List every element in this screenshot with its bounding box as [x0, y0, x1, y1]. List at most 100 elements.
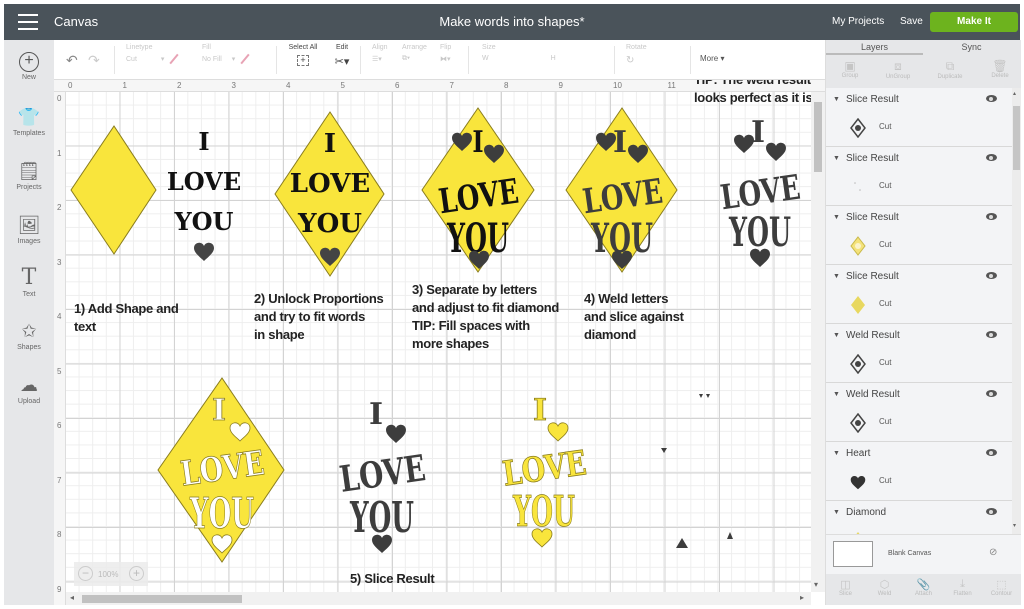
layer-name[interactable]: Slice Result	[846, 153, 899, 164]
collapse-triangle-icon[interactable]: ▼	[833, 450, 840, 457]
height-field[interactable]: H	[551, 55, 556, 62]
layer-name[interactable]: Weld Result	[846, 330, 900, 341]
eye-hidden-icon[interactable]: ⊘	[989, 547, 997, 558]
layer-name[interactable]: Heart	[846, 448, 870, 459]
scroll-left-icon[interactable]: ◂	[70, 593, 74, 602]
eye-icon[interactable]	[986, 213, 997, 220]
eye-icon[interactable]	[986, 272, 997, 279]
size-group[interactable]: Size W H	[482, 44, 602, 62]
heart-shape[interactable]	[194, 242, 214, 261]
edit-button[interactable]: Edit ✂▾	[330, 44, 354, 68]
layer-name[interactable]: Slice Result	[846, 94, 899, 105]
fill-color-swatch[interactable]	[240, 53, 250, 65]
save-link[interactable]: Save	[900, 16, 923, 27]
scroll-right-icon[interactable]: ▸	[800, 593, 804, 602]
sidebar-item-label: Projects	[16, 184, 42, 191]
slice-button[interactable]: ◫ Slice	[826, 578, 865, 597]
collapse-triangle-icon[interactable]: ▼	[833, 332, 840, 339]
linetype-color-swatch[interactable]	[169, 53, 179, 65]
blank-canvas-swatch[interactable]	[833, 541, 873, 567]
collapse-triangle-icon[interactable]: ▼	[833, 273, 840, 280]
layer-row[interactable]: ▼ Slice Result Cut	[826, 206, 1012, 265]
tab-layers[interactable]: Layers	[826, 42, 923, 55]
scroll-up-icon[interactable]: ▴	[1013, 90, 1016, 97]
linetype-group[interactable]: Linetype Cut ▾	[126, 44, 180, 65]
sidebar-item-templates[interactable]: 👕 Templates	[4, 106, 54, 137]
horizontal-scroll-thumb[interactable]	[82, 595, 242, 603]
i-love-you-text[interactable]: I LOVE YOU	[167, 127, 241, 236]
diamond-shape[interactable]	[70, 125, 157, 255]
collapse-triangle-icon[interactable]: ▼	[833, 509, 840, 516]
sidebar-item-new[interactable]: + New	[4, 52, 54, 81]
scroll-down-icon[interactable]: ▾	[1013, 522, 1016, 529]
select-all-button[interactable]: Select All +	[286, 44, 320, 66]
i-love-you-text[interactable]: I LOVE YOU	[290, 129, 370, 239]
layer-row[interactable]: ▼ Weld Result Cut	[826, 383, 1012, 442]
hamburger-menu-icon[interactable]	[18, 14, 38, 30]
linetype-select[interactable]: Cut	[126, 56, 137, 63]
rotate-group[interactable]: Rotate ↻	[626, 44, 647, 66]
flatten-button[interactable]: ⤓ Flatten	[943, 578, 982, 597]
more-dropdown[interactable]: More ▾	[700, 54, 724, 63]
eye-icon[interactable]	[986, 154, 997, 161]
eye-icon[interactable]	[986, 390, 997, 397]
tab-sync[interactable]: Sync	[923, 42, 1020, 52]
horizontal-scrollbar[interactable]: ◂ ▸	[66, 592, 811, 605]
collapse-triangle-icon[interactable]: ▼	[833, 391, 840, 398]
layer-row[interactable]: ▼ Slice Result Cut	[826, 147, 1012, 206]
sidebar-item-shapes[interactable]: ✩ Shapes	[4, 320, 54, 351]
collapse-triangle-icon[interactable]: ▼	[833, 155, 840, 162]
group-button[interactable]: ▣ Group	[826, 59, 874, 79]
scroll-down-icon[interactable]: ▾	[814, 580, 818, 589]
zoom-out-button[interactable]: −	[78, 566, 93, 581]
eye-icon[interactable]	[986, 331, 997, 338]
fill-group[interactable]: Fill No Fill ▾	[202, 44, 251, 65]
duplicate-button[interactable]: ⧉ Duplicate	[926, 59, 974, 80]
stray-cut-pieces[interactable]	[661, 394, 733, 548]
layer-name[interactable]: Slice Result	[846, 212, 899, 223]
eye-icon[interactable]	[986, 508, 997, 515]
my-projects-link[interactable]: My Projects	[832, 16, 884, 27]
vertical-scrollbar[interactable]: ▾	[811, 92, 825, 592]
sidebar-item-images[interactable]: 🖼 Images	[4, 214, 54, 245]
fill-select[interactable]: No Fill	[202, 56, 222, 63]
layers-scrollbar[interactable]: ▴ ▾	[1012, 88, 1021, 534]
layer-name[interactable]: Weld Result	[846, 389, 900, 400]
slice-result-diamond[interactable]: I LOVE YOU	[157, 377, 285, 563]
sidebar-item-projects[interactable]: 🗒 Projects	[4, 160, 54, 191]
flip-button[interactable]: Flip ⧓▾	[440, 44, 451, 63]
zoom-in-button[interactable]: +	[129, 566, 144, 581]
align-button[interactable]: Align ☰▾	[372, 44, 388, 63]
layer-row[interactable]: ▼ Heart Cut	[826, 442, 1012, 501]
contour-button[interactable]: ⬚ Contour	[982, 578, 1021, 597]
sidebar-item-upload[interactable]: ☁ Upload	[4, 374, 54, 405]
redo-icon[interactable]: ↷	[88, 52, 100, 69]
weld-button[interactable]: ⬡ Weld	[865, 578, 904, 597]
delete-button[interactable]: 🗑 Delete	[976, 59, 1024, 79]
layer-row[interactable]: ▼DiamondCut	[826, 501, 1012, 534]
attach-button[interactable]: 📎 Attach	[904, 578, 943, 597]
slice-result-yellow[interactable]: I LOVE YOU	[500, 393, 589, 548]
slice-result-dark[interactable]: I LOVE YOU	[337, 397, 428, 553]
ungroup-button[interactable]: ⧈ UnGroup	[874, 59, 922, 80]
layer-name[interactable]: Slice Result	[846, 271, 899, 282]
layer-row[interactable]: ▼ Weld Result Cut	[826, 324, 1012, 383]
design-canvas[interactable]: 0 1 2 3 4 5 6 7 8 9 10 11 0123456789 I LOVE YOU I L…	[54, 80, 825, 605]
layer-name[interactable]: Diamond	[846, 507, 886, 518]
arrange-button[interactable]: Arrange ⧉▾	[402, 44, 427, 63]
layers-scroll-thumb[interactable]	[1013, 106, 1020, 170]
make-it-button[interactable]: Make It	[930, 12, 1018, 32]
width-field[interactable]: W	[482, 55, 489, 62]
sidebar-item-text[interactable]: T Text	[4, 267, 54, 299]
collapse-triangle-icon[interactable]: ▼	[833, 96, 840, 103]
layer-row[interactable]: ▼ Slice Result Cut	[826, 265, 1012, 324]
step3-design[interactable]: I LOVE YOU	[421, 107, 535, 273]
vertical-scroll-thumb[interactable]	[814, 102, 822, 172]
undo-icon[interactable]: ↶	[66, 52, 78, 69]
weld-result-design[interactable]: I LOVE YOU	[718, 115, 803, 267]
layer-row[interactable]: ▼ Slice Result Cut	[826, 88, 1012, 147]
step4-design[interactable]: I LOVE YOU	[565, 107, 678, 273]
collapse-triangle-icon[interactable]: ▼	[833, 214, 840, 221]
eye-icon[interactable]	[986, 95, 997, 102]
eye-icon[interactable]	[986, 449, 997, 456]
